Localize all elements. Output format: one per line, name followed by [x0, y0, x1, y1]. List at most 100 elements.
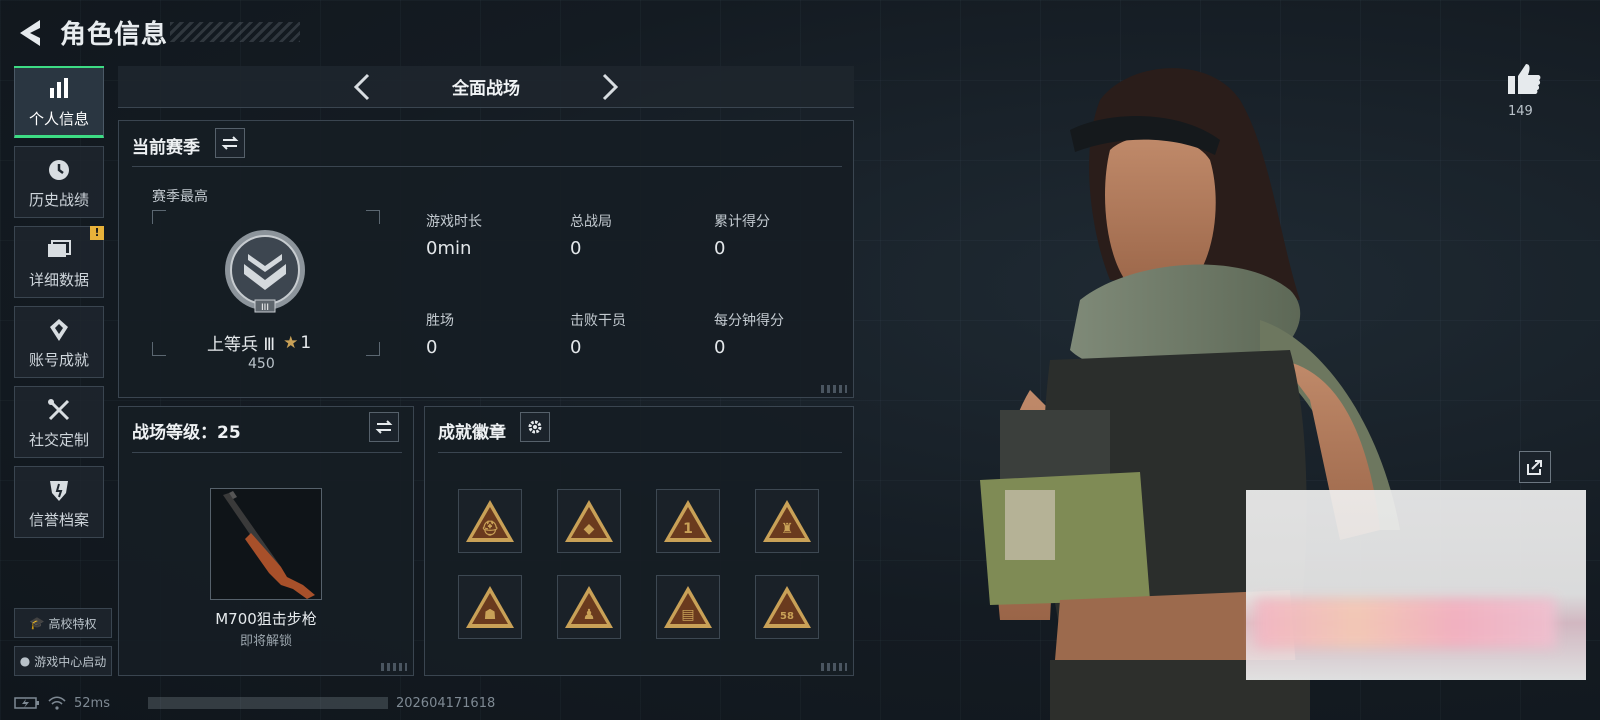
badge-document-icon: ▤ — [664, 586, 712, 628]
panel-corner-decoration — [821, 385, 847, 393]
panel-corner-decoration — [381, 663, 407, 671]
blurred-id — [147, 697, 388, 709]
title-decoration — [170, 22, 300, 42]
graduation-cap-icon: 🎓 — [29, 616, 45, 630]
sidebar-item-personal-info[interactable]: 个人信息 — [14, 66, 104, 138]
badge-soldiers-icon: ☗ — [466, 586, 514, 628]
badge-tower-icon: ♜ — [763, 500, 811, 542]
achievement-badge-title: 成就徽章 — [438, 423, 506, 443]
like-count: 149 — [1508, 104, 1533, 119]
achievement-badge-tile[interactable]: ⛑ — [458, 489, 522, 553]
share-icon — [1527, 460, 1542, 475]
clock-history-icon — [49, 159, 69, 180]
mode-title: 全面战场 — [452, 79, 520, 99]
share-button[interactable] — [1519, 451, 1551, 483]
stat-value-wins: 0 — [426, 337, 438, 358]
battery-icon — [14, 697, 39, 709]
folder-icon — [48, 239, 71, 257]
sidebar-item-label: 详细数据 — [28, 270, 89, 289]
campus-privilege-button[interactable]: 🎓 高校特权 — [14, 608, 112, 638]
divider — [438, 452, 842, 453]
svg-text:58: 58 — [780, 611, 794, 622]
chevron-right-icon[interactable] — [594, 72, 624, 102]
sidebar-item-achievements[interactable]: 账号成就 — [14, 306, 104, 378]
achievement-badge-tile[interactable]: ◆ — [557, 489, 621, 553]
season-best-label: 赛季最高 — [152, 189, 208, 205]
divider — [132, 452, 402, 453]
stat-value-total-score: 0 — [714, 238, 726, 259]
sidebar-item-social-custom[interactable]: 社交定制 — [14, 386, 104, 458]
sidebar-item-label: 信誉档案 — [28, 510, 89, 529]
rank-points: 450 — [248, 356, 275, 372]
sidebar-item-history[interactable]: 历史战绩 — [14, 146, 104, 218]
svg-text:III: III — [261, 303, 269, 313]
achievement-badge-tile[interactable]: ☗ — [458, 575, 522, 639]
stat-value-total-matches: 0 — [570, 238, 582, 259]
qq-penguin-icon: ● — [19, 654, 31, 668]
badge-number-one-icon: 1 — [664, 500, 712, 542]
stat-label-operators-defeated: 击败干员 — [570, 313, 626, 329]
shield-icon — [50, 480, 68, 501]
stat-label-playtime: 游戏时长 — [426, 214, 482, 230]
badge-settings-button[interactable] — [520, 412, 550, 442]
level-switch-button[interactable] — [369, 412, 399, 442]
svg-text:☗: ☗ — [484, 607, 497, 623]
chevron-left-icon[interactable] — [348, 72, 378, 102]
achievement-badge-tile[interactable]: ♜ — [755, 489, 819, 553]
season-switch-button[interactable] — [215, 128, 245, 158]
medal-icon — [50, 318, 68, 341]
back-arrow-icon[interactable] — [14, 16, 46, 50]
stat-value-score-per-minute: 0 — [714, 337, 726, 358]
star-icon: ★ — [283, 332, 299, 353]
swap-arrows-icon — [221, 136, 239, 150]
campus-privilege-label: 高校特权 — [48, 616, 97, 631]
sidebar-item-reputation[interactable]: 信誉档案 — [14, 466, 104, 538]
sidebar-item-label: 历史战绩 — [28, 190, 89, 209]
status-bar: 52ms 202604171618 — [14, 690, 495, 716]
badge-diamond-icon: ◆ — [565, 500, 613, 542]
badge-helmet-icon: ⛑ — [466, 500, 514, 542]
achievement-badge-tile[interactable]: ▤ — [656, 575, 720, 639]
game-center-launch-button[interactable]: ● 游戏中心启动 — [14, 646, 112, 676]
tools-icon — [48, 398, 70, 420]
game-center-launch-label: 游戏中心启动 — [34, 654, 107, 669]
blurred-overlay — [1246, 490, 1586, 680]
weapon-reward-tile[interactable] — [210, 488, 322, 600]
sidebar-item-label: 社交定制 — [28, 430, 89, 449]
rank-stars: 1 — [300, 332, 312, 353]
svg-text:▤: ▤ — [681, 607, 694, 623]
stat-label-score-per-minute: 每分钟得分 — [714, 313, 784, 329]
stat-value-playtime: 0min — [426, 238, 472, 259]
swap-arrows-icon — [375, 420, 393, 434]
badge-figure-icon: ♟ — [565, 586, 613, 628]
svg-text:1: 1 — [683, 521, 693, 537]
battlefield-level-title: 战场等级：25 — [132, 423, 241, 443]
achievement-badge-tile[interactable]: 58 — [755, 575, 819, 639]
stat-label-total-matches: 总战局 — [570, 214, 612, 230]
svg-text:◆: ◆ — [584, 521, 595, 537]
blurred-overlay-text — [1256, 598, 1556, 648]
achievement-badge-tile[interactable]: 1 — [656, 489, 720, 553]
svg-text:⛑: ⛑ — [481, 520, 499, 537]
bar-chart-icon — [50, 77, 68, 98]
alert-badge: ! — [90, 226, 104, 240]
gear-icon — [528, 420, 542, 434]
stat-label-wins: 胜场 — [426, 313, 454, 329]
rank-name-row: 上等兵 Ⅲ ★ 1 — [207, 330, 312, 356]
sniper-rifle-icon — [223, 491, 315, 599]
weapon-status: 即将解锁 — [239, 634, 292, 649]
stat-label-total-score: 累计得分 — [714, 214, 770, 230]
sidebar-item-detailed-data[interactable]: ! 详细数据 — [14, 226, 104, 298]
build-number: 202604171618 — [395, 695, 496, 711]
svg-text:♟: ♟ — [583, 607, 596, 623]
mode-selector: 全面战场 — [118, 66, 854, 108]
sidebar-item-label: 账号成就 — [28, 350, 89, 369]
badge-58-icon: 58 — [763, 586, 811, 628]
thumbs-up-icon[interactable] — [1506, 62, 1542, 96]
sidebar-item-label: 个人信息 — [28, 109, 89, 128]
stat-value-operators-defeated: 0 — [570, 337, 582, 358]
weapon-name: M700狙击步枪 — [215, 610, 317, 628]
achievement-badge-tile[interactable]: ♟ — [557, 575, 621, 639]
rank-emblem-icon: III — [225, 230, 305, 313]
ping-value: 52ms — [74, 695, 110, 711]
